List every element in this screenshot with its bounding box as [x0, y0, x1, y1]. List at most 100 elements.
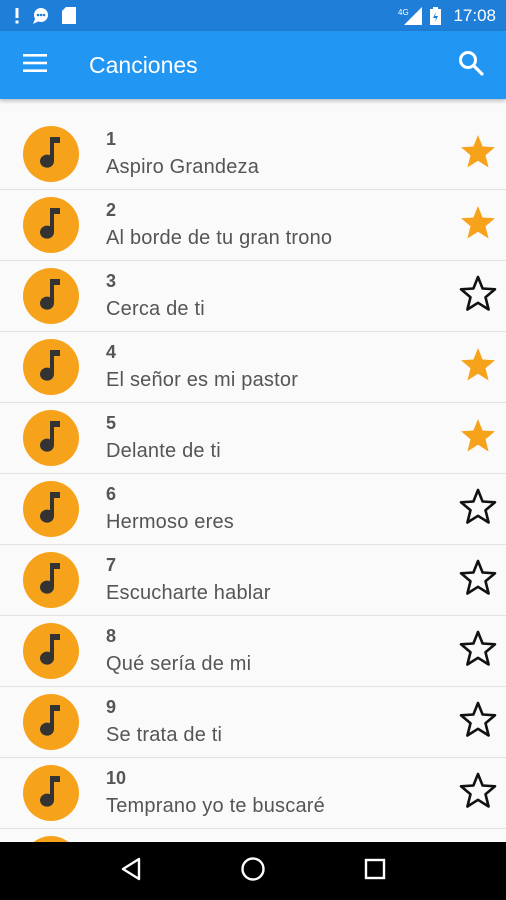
recents-icon — [364, 858, 386, 885]
song-row[interactable]: 1 Aspiro Grandeza — [0, 119, 506, 190]
music-note-icon — [36, 348, 66, 387]
star-outline-icon — [459, 630, 497, 673]
home-button[interactable] — [223, 842, 283, 900]
song-title: Escucharte hablar — [106, 582, 271, 604]
status-notifications — [14, 7, 398, 24]
song-row[interactable]: 6 Hermoso eres — [0, 474, 506, 545]
song-avatar — [23, 126, 79, 182]
music-note-icon — [36, 490, 66, 529]
song-number: 2 — [106, 200, 117, 220]
favorite-button[interactable] — [453, 768, 503, 818]
song-avatar — [23, 268, 79, 324]
song-text: 1 Aspiro Grandeza — [106, 126, 453, 182]
favorite-button[interactable] — [453, 413, 503, 463]
song-text: 4 El señor es mi pastor — [106, 339, 453, 395]
song-number: 10 — [106, 768, 127, 788]
song-row[interactable]: 8 Qué sería de mi — [0, 616, 506, 687]
song-text: 7 Escucharte hablar — [106, 552, 453, 608]
battery-icon — [430, 6, 442, 25]
song-text: 3 Cerca de ti — [106, 268, 453, 324]
song-row[interactable]: 4 El señor es mi pastor — [0, 332, 506, 403]
music-note-icon — [36, 632, 66, 671]
recents-button[interactable] — [345, 842, 405, 900]
music-note-icon — [36, 135, 66, 174]
home-icon — [240, 856, 266, 887]
app-bar: Canciones — [0, 31, 506, 99]
favorite-button[interactable] — [453, 129, 503, 179]
status-bar: 4G 17:08 — [0, 0, 506, 31]
favorite-button[interactable] — [453, 626, 503, 676]
search-button[interactable] — [436, 31, 506, 99]
song-number: 6 — [106, 484, 117, 504]
song-number: 5 — [106, 413, 117, 433]
song-avatar — [23, 694, 79, 750]
music-note-icon — [36, 774, 66, 813]
song-number: 3 — [106, 271, 117, 291]
song-row[interactable]: 11 — [0, 829, 506, 842]
song-title: El señor es mi pastor — [106, 369, 299, 391]
song-avatar — [23, 410, 79, 466]
star-outline-icon — [459, 559, 497, 602]
song-row[interactable]: 2 Al borde de tu gran trono — [0, 190, 506, 261]
status-system: 4G 17:08 — [398, 6, 496, 26]
song-text: 10 Temprano yo te buscaré — [106, 765, 453, 821]
star-filled-icon — [459, 417, 497, 460]
song-avatar — [23, 623, 79, 679]
favorite-button[interactable] — [453, 555, 503, 605]
song-number: 4 — [106, 342, 117, 362]
star-filled-icon — [459, 133, 497, 176]
network-type: 4G — [398, 8, 409, 17]
back-button[interactable] — [101, 842, 161, 900]
song-text: 6 Hermoso eres — [106, 481, 453, 537]
song-row[interactable]: 5 Delante de ti — [0, 403, 506, 474]
song-row[interactable]: 9 Se trata de ti — [0, 687, 506, 758]
music-note-icon — [36, 277, 66, 316]
song-number: 1 — [106, 129, 117, 149]
star-filled-icon — [459, 204, 497, 247]
star-outline-icon — [459, 701, 497, 744]
song-text: 5 Delante de ti — [106, 410, 453, 466]
song-title: Hermoso eres — [106, 511, 234, 533]
alert-icon — [14, 7, 20, 24]
song-avatar — [23, 552, 79, 608]
search-icon — [458, 50, 484, 81]
song-row[interactable]: 3 Cerca de ti — [0, 261, 506, 332]
signal-icon: 4G — [398, 6, 423, 25]
song-row[interactable]: 7 Escucharte hablar — [0, 545, 506, 616]
favorite-button[interactable] — [453, 697, 503, 747]
favorite-button[interactable] — [453, 484, 503, 534]
song-title: Qué sería de mi — [106, 653, 252, 675]
page-title: Canciones — [89, 51, 198, 78]
song-text: 2 Al borde de tu gran trono — [106, 197, 453, 253]
sd-card-icon — [62, 7, 76, 24]
song-title: Se trata de ti — [106, 724, 223, 746]
song-title: Al borde de tu gran trono — [106, 227, 333, 249]
song-list[interactable]: 1 Aspiro Grandeza 2 Al borde de tu gran tro… — [0, 119, 506, 842]
star-outline-icon — [459, 275, 497, 318]
song-avatar — [23, 481, 79, 537]
song-avatar — [23, 765, 79, 821]
song-number: 9 — [106, 697, 117, 717]
favorite-button[interactable] — [453, 200, 503, 250]
song-title: Delante de ti — [106, 440, 221, 462]
song-avatar — [23, 339, 79, 395]
song-number: 7 — [106, 555, 117, 575]
back-icon — [120, 857, 142, 886]
menu-button[interactable] — [0, 31, 70, 99]
favorite-button[interactable] — [453, 271, 503, 321]
song-text: 9 Se trata de ti — [106, 694, 453, 750]
song-row[interactable]: 10 Temprano yo te buscaré — [0, 758, 506, 829]
song-avatar — [23, 197, 79, 253]
favorite-button[interactable] — [453, 342, 503, 392]
song-title: Aspiro Grandeza — [106, 156, 260, 178]
song-text: 8 Qué sería de mi — [106, 623, 453, 679]
music-note-icon — [36, 419, 66, 458]
star-outline-icon — [459, 772, 497, 815]
song-number: 8 — [106, 626, 117, 646]
star-filled-icon — [459, 346, 497, 389]
song-title: Cerca de ti — [106, 298, 205, 320]
menu-icon — [23, 53, 47, 77]
song-title: Temprano yo te buscaré — [106, 795, 325, 817]
status-time: 17:08 — [453, 5, 496, 25]
music-note-icon — [36, 703, 66, 742]
